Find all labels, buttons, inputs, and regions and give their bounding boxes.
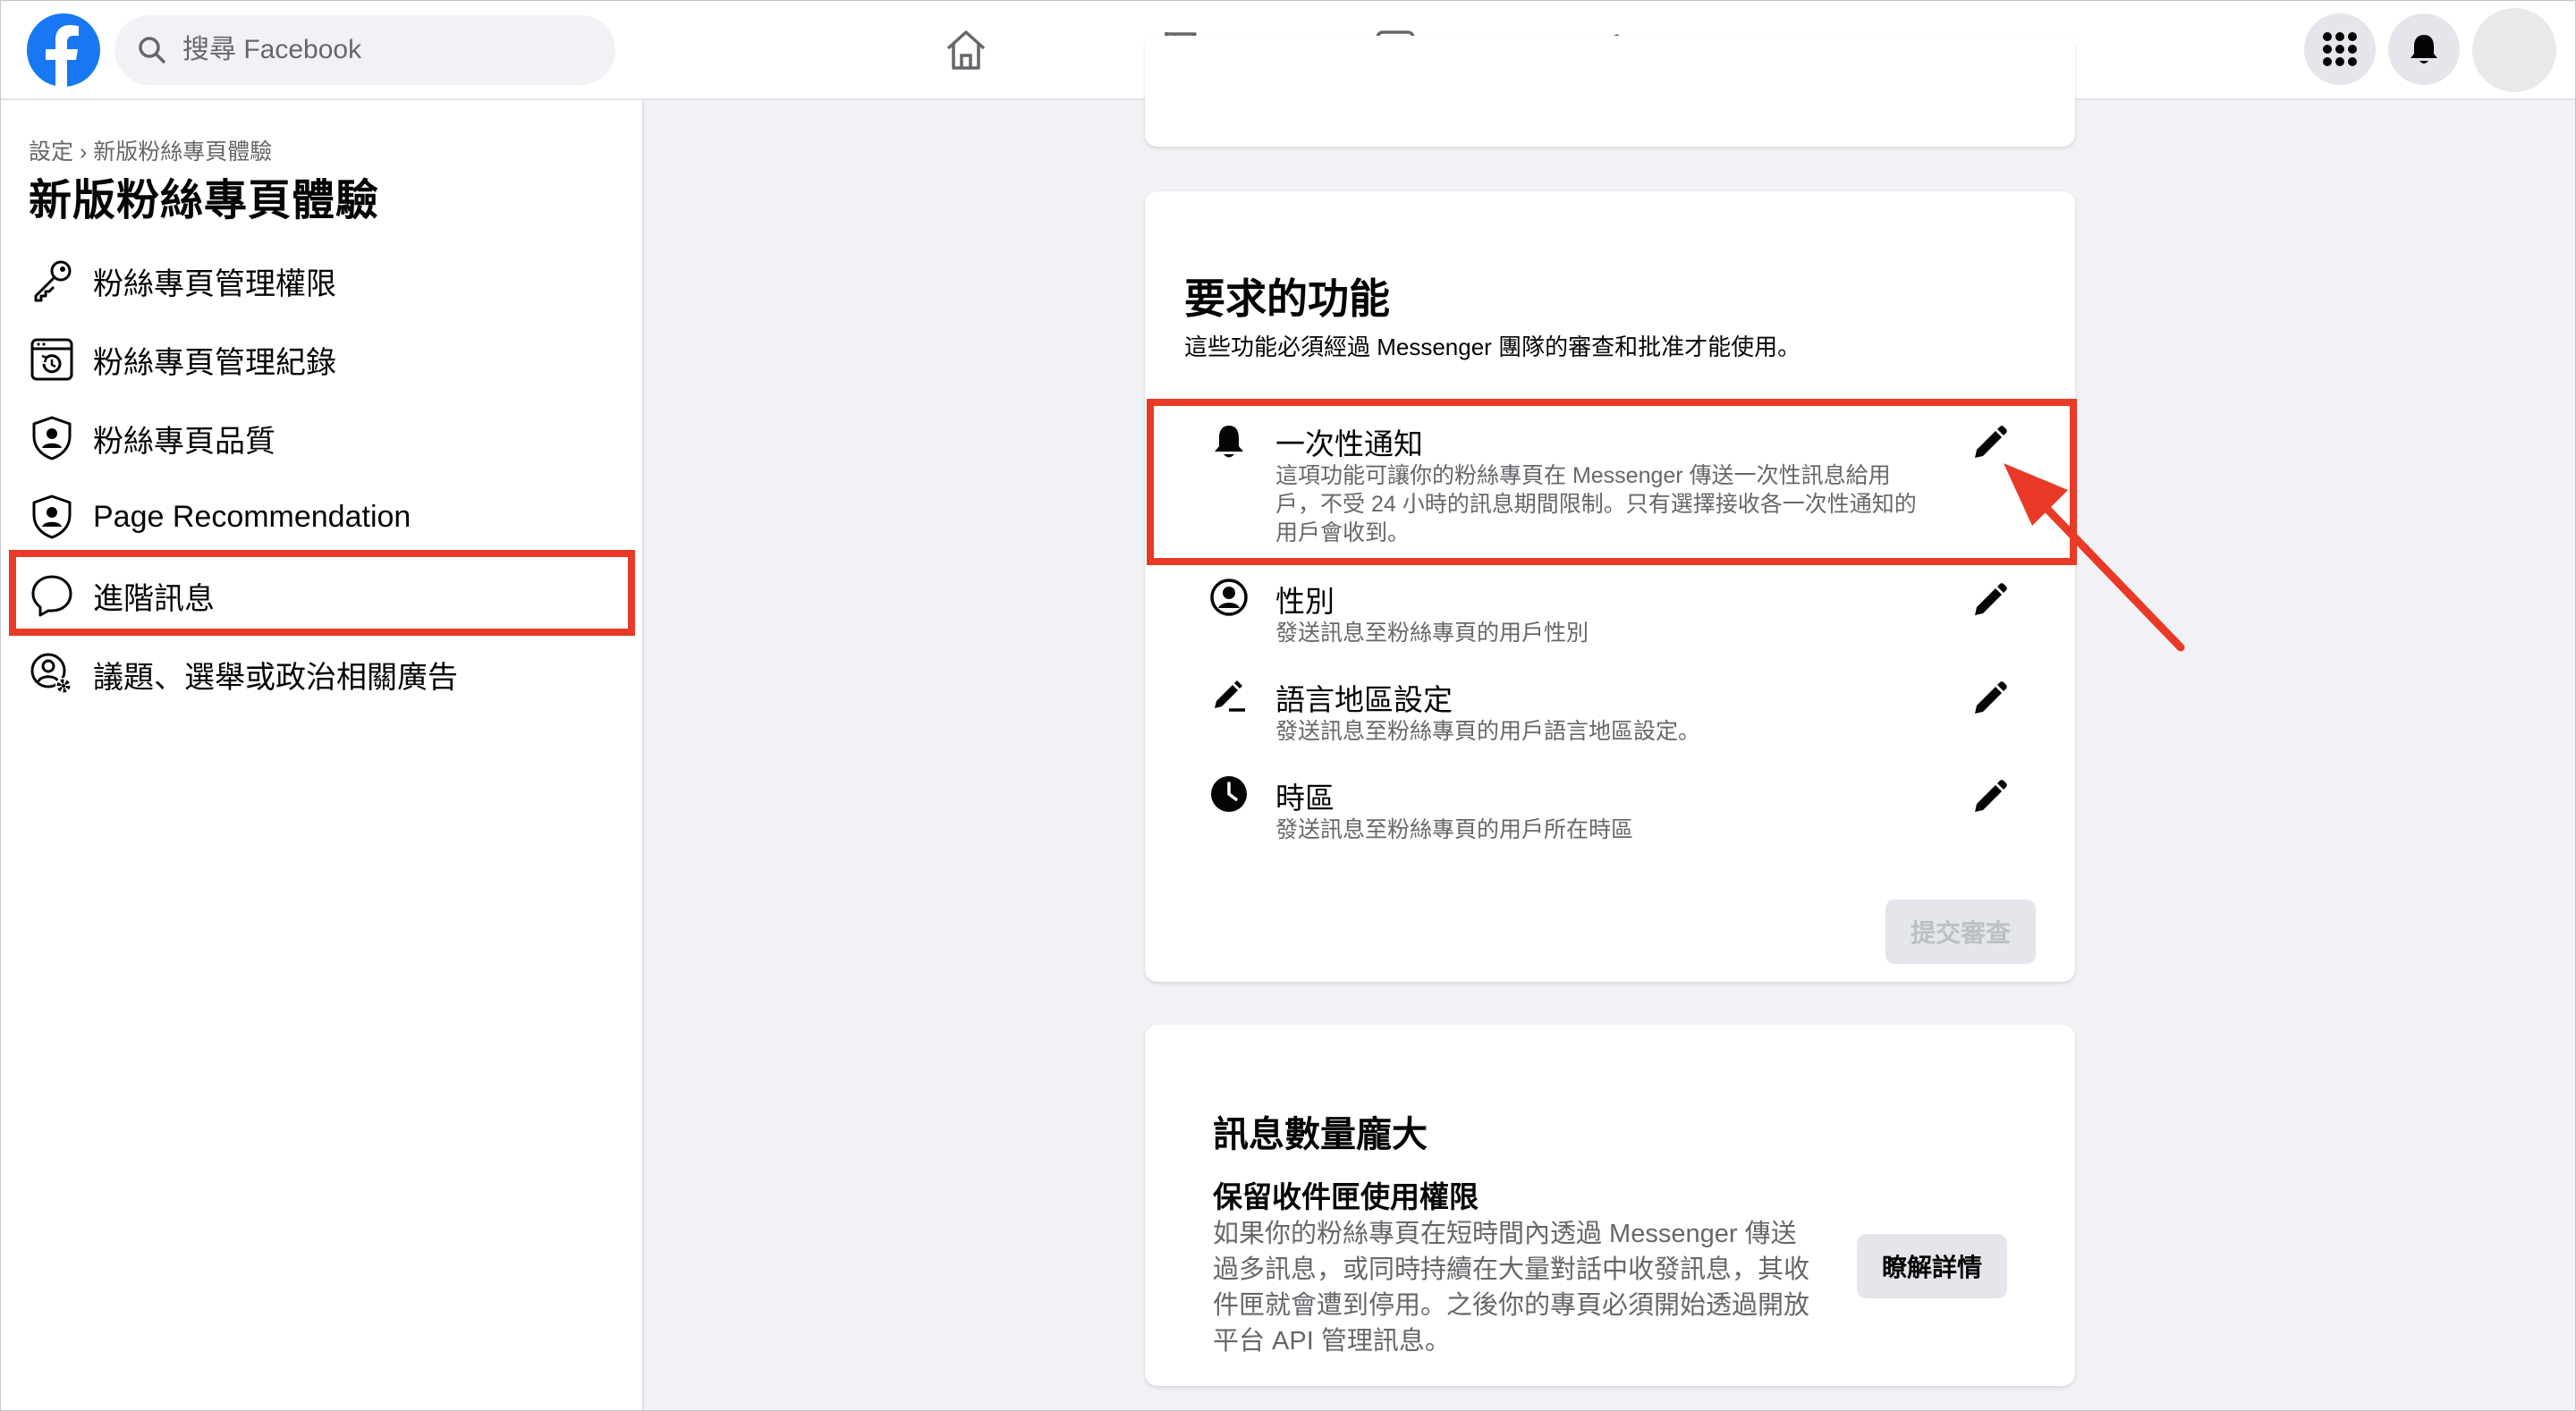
edit-pencil-icon[interactable] bbox=[1968, 678, 2011, 721]
sidebar-item-activity-log[interactable]: 粉絲專頁管理紀錄 bbox=[9, 320, 635, 399]
feature-name: 時區 bbox=[1275, 782, 1335, 815]
search-bar[interactable] bbox=[114, 15, 615, 85]
search-icon bbox=[139, 37, 165, 63]
menu-grid-icon[interactable] bbox=[2304, 13, 2376, 85]
feature-description: 發送訊息至粉絲專頁的用戶性別 bbox=[1275, 621, 1589, 646]
feature-timezone: 時區 發送訊息至粉絲專頁的用戶所在時區 bbox=[1145, 774, 2075, 846]
page-title: 新版粉絲專頁體驗 bbox=[29, 177, 380, 224]
submit-for-review-button[interactable]: 提交審查 bbox=[1885, 900, 2036, 964]
sidebar-item-political-ads[interactable]: 議題、選舉或政治相關廣告 bbox=[9, 635, 635, 714]
sidebar-item-label: 議題、選舉或政治相關廣告 bbox=[93, 660, 458, 695]
key-icon bbox=[34, 260, 72, 302]
sidebar-item-label: 粉絲專頁品質 bbox=[93, 424, 275, 459]
notifications-bell-icon[interactable] bbox=[2388, 13, 2460, 85]
facebook-logo[interactable] bbox=[27, 13, 100, 87]
pencil-icon bbox=[1215, 680, 1245, 712]
shield-user-icon bbox=[32, 494, 72, 539]
description-line: 過多訊息，或同時持續在大量對話中收發訊息，其收 bbox=[1213, 1255, 1810, 1284]
description-line: 如果你的粉絲專頁在短時間內透過 Messenger 傳送 bbox=[1213, 1220, 1797, 1248]
description-line: 件匣就會遭到停用。之後你的專頁必須開始透過開放 bbox=[1213, 1291, 1810, 1320]
section-subtitle: 保留收件匣使用權限 bbox=[1213, 1180, 1479, 1213]
learn-more-button[interactable]: 瞭解詳情 bbox=[1857, 1234, 2007, 1298]
requested-features-card: 要求的功能 這些功能必須經過 Messenger 團隊的審查和批准才能使用。 一… bbox=[1145, 191, 2075, 982]
clock-icon bbox=[1211, 776, 1247, 812]
sidebar-item-page-recommendation[interactable]: Page Recommendation bbox=[9, 477, 635, 556]
user-gear-icon bbox=[30, 653, 72, 694]
search-input[interactable] bbox=[181, 34, 596, 66]
edit-pencil-icon[interactable] bbox=[1968, 776, 2011, 819]
sidebar-item-label: 粉絲專頁管理紀錄 bbox=[93, 345, 336, 380]
home-icon[interactable] bbox=[937, 21, 995, 79]
feature-locale: 語言地區設定 發送訊息至粉絲專頁的用戶語言地區設定。 bbox=[1145, 676, 2075, 748]
sidebar-item-label: 粉絲專頁管理權限 bbox=[93, 266, 336, 301]
feature-description: 發送訊息至粉絲專頁的用戶語言地區設定。 bbox=[1275, 719, 1701, 744]
feature-gender: 性別 發送訊息至粉絲專頁的用戶性別 bbox=[1145, 578, 2075, 649]
history-icon bbox=[30, 338, 73, 381]
settings-sidebar: 設定 › 新版粉絲專頁體驗 新版粉絲專頁體驗 粉絲專頁管理權限 粉絲專頁管理紀錄… bbox=[0, 100, 644, 1411]
description-line: 平台 API 管理訊息。 bbox=[1213, 1327, 1451, 1356]
highlight-box bbox=[1147, 399, 2077, 565]
sidebar-item-page-quality[interactable]: 粉絲專頁品質 bbox=[9, 399, 635, 477]
feature-name: 性別 bbox=[1275, 585, 1335, 618]
sidebar-item-label: Page Recommendation bbox=[93, 499, 411, 534]
person-circle-icon bbox=[1210, 579, 1248, 616]
previous-card bbox=[1145, 36, 2075, 147]
breadcrumb[interactable]: 設定 › 新版粉絲專頁體驗 bbox=[29, 134, 272, 166]
avatar[interactable] bbox=[2472, 8, 2556, 92]
section-description: 如果你的粉絲專頁在短時間內透過 Messenger 傳送 過多訊息，或同時持續在… bbox=[1213, 1216, 1857, 1359]
shield-user-icon bbox=[32, 416, 72, 460]
sidebar-item-page-access[interactable]: 粉絲專頁管理權限 bbox=[9, 241, 635, 320]
section-title: 訊息數量龐大 bbox=[1213, 1115, 1428, 1154]
feature-name: 語言地區設定 bbox=[1275, 683, 1453, 716]
edit-pencil-icon[interactable] bbox=[1968, 579, 2011, 622]
feature-description: 發送訊息至粉絲專頁的用戶所在時區 bbox=[1275, 817, 1634, 842]
section-subtitle: 這些功能必須經過 Messenger 團隊的審查和批准才能使用。 bbox=[1184, 334, 1801, 360]
section-title: 要求的功能 bbox=[1184, 275, 1390, 322]
highlight-box bbox=[9, 550, 635, 636]
high-volume-card: 訊息數量龐大 保留收件匣使用權限 如果你的粉絲專頁在短時間內透過 Messeng… bbox=[1145, 1025, 2075, 1386]
